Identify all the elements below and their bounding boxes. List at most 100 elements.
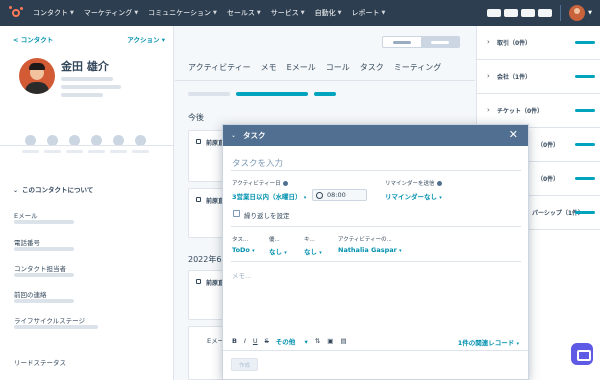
filter-link[interactable] [236, 92, 308, 96]
underline-icon[interactable]: U [253, 337, 258, 345]
italic-icon[interactable]: I [244, 337, 246, 345]
image-icon[interactable]: ▣ [327, 337, 333, 345]
chevron-down-icon: ▼ [337, 10, 342, 16]
filter-link[interactable] [314, 92, 336, 96]
chevron-right-icon: › [487, 106, 490, 114]
chevron-down-icon: ▾ [399, 248, 402, 254]
association-action[interactable] [575, 143, 595, 146]
task-type-select[interactable]: ToDo ▾ [232, 246, 255, 254]
close-icon[interactable]: ✕ [509, 129, 518, 141]
association-action[interactable] [575, 75, 595, 78]
attachment-icon[interactable]: ▤ [340, 337, 346, 345]
chevron-down-icon[interactable]: ▼ [588, 10, 592, 16]
chevron-down-icon: ▾ [252, 248, 255, 254]
assignee-select[interactable]: Nathalia Gaspar ▾ [338, 246, 402, 254]
queue-select[interactable]: なし ▾ [304, 246, 322, 256]
view-toggle-option[interactable] [383, 37, 421, 47]
tab-emails[interactable]: Eメール [287, 62, 316, 73]
nav-divider [560, 5, 562, 21]
about-section-toggle[interactable]: ⌄ このコンタクトについて [13, 184, 93, 194]
chevron-down-icon: ▼ [213, 10, 217, 16]
association-companies[interactable]: › 会社（1件） [477, 60, 600, 94]
nav-item-label: コンタクト [33, 9, 68, 17]
nav-utility-button[interactable] [521, 9, 536, 17]
task-icon [196, 279, 201, 284]
contact-email-placeholder [61, 93, 103, 97]
contact-sidebar: < コンタクト アクション ▾ 金田 雄介 ⌄ このコンタクトについて Eメール … [0, 26, 174, 380]
property-label-phone: 電話番号 [14, 239, 40, 247]
section-divider [231, 261, 521, 262]
associated-records-link[interactable]: 1件の関連レコード ▾ [458, 337, 519, 347]
property-value-placeholder[interactable] [14, 273, 74, 277]
nav-utility-button[interactable] [487, 9, 502, 17]
reminder-select[interactable]: リマインダーなし ▾ [385, 191, 442, 201]
association-action[interactable] [575, 41, 595, 44]
reminder-label: リマインダーを送信 [385, 179, 442, 187]
nav-item-label: レポート [351, 9, 380, 17]
tab-activity[interactable]: アクティビティー [188, 62, 251, 73]
upcoming-section-title: 今後 [188, 113, 204, 122]
actions-menu[interactable]: アクション ▾ [127, 34, 165, 44]
chevron-down-icon: ▼ [381, 10, 386, 16]
nav-item-sales[interactable]: セールス ▼ [227, 8, 261, 18]
association-action[interactable] [575, 211, 595, 214]
info-icon [282, 181, 288, 186]
association-deals[interactable]: › 取引（0件） [477, 26, 600, 60]
nav-item-conversations[interactable]: コミュニケーション ▼ [148, 8, 217, 18]
property-label-email: Eメール [14, 212, 38, 220]
nav-utility-button[interactable] [538, 9, 553, 17]
activity-date-select[interactable]: 3営業日以内（水曜日） ▾ [232, 191, 306, 201]
hubspot-logo-icon[interactable] [9, 6, 23, 20]
filter-placeholder[interactable] [188, 92, 230, 96]
priority-select[interactable]: なし ▾ [269, 246, 287, 256]
repeat-label[interactable]: 繰り返しを設定 [244, 210, 290, 220]
strikethrough-icon[interactable]: S [265, 337, 269, 345]
tab-tasks[interactable]: タスク [360, 62, 384, 73]
nav-utilities: ▼ [484, 0, 592, 26]
chevron-down-icon: ▼ [256, 10, 261, 16]
nav-item-reports[interactable]: レポート ▼ [351, 8, 385, 18]
view-toggle-option-active[interactable] [421, 37, 459, 47]
nav-item-contacts[interactable]: コンタクト ▼ [33, 8, 74, 18]
task-title-input[interactable]: タスクを入力 [232, 157, 283, 169]
nav-utility-button[interactable] [504, 9, 519, 17]
chat-icon[interactable] [571, 343, 593, 365]
nav-item-automation[interactable]: 自動化 ▼ [315, 8, 342, 18]
top-navigation: コンタクト ▼ マーケティング ▼ コミュニケーション ▼ セールス ▼ サービス ▼ 自… [0, 0, 600, 26]
tab-notes[interactable]: メモ [261, 62, 277, 73]
link-icon[interactable]: ⇅ [315, 337, 320, 345]
user-avatar[interactable] [569, 5, 586, 21]
nav-item-label: コミュニケーション [148, 9, 212, 17]
chevron-right-icon: › [487, 38, 490, 46]
association-action[interactable] [575, 177, 595, 180]
notes-editor[interactable]: メモ... [232, 270, 251, 280]
chevron-down-icon: ▼ [134, 10, 139, 16]
repeat-checkbox[interactable] [233, 210, 240, 217]
property-value-placeholder[interactable] [14, 247, 74, 251]
create-task-button[interactable]: 作成 [231, 358, 258, 371]
property-value-placeholder[interactable] [14, 299, 74, 303]
view-toggle[interactable] [382, 36, 460, 48]
chevron-down-icon: ⌄ [13, 187, 19, 194]
tab-meetings[interactable]: ミーティング [394, 62, 442, 73]
chevron-down-icon: ▼ [300, 10, 305, 16]
chevron-down-icon: ▾ [439, 195, 442, 201]
association-action[interactable] [575, 109, 595, 112]
property-value-placeholder[interactable] [14, 325, 98, 329]
contact-name[interactable]: 金田 雄介 [61, 58, 109, 74]
time-input[interactable]: 08:00 [312, 189, 367, 201]
tab-calls[interactable]: コール [326, 62, 350, 73]
task-modal-title: タスク [243, 131, 266, 140]
more-formatting-menu[interactable]: その他 ▾ [276, 336, 308, 346]
bold-icon[interactable]: B [232, 337, 237, 345]
collapse-chevron-icon[interactable]: ⌄ [231, 132, 236, 139]
back-to-contacts-link[interactable]: < コンタクト [13, 34, 53, 44]
task-modal-header: ⌄ タスク ✕ [223, 125, 528, 146]
association-tickets[interactable]: › チケット（0件） [477, 94, 600, 128]
nav-item-marketing[interactable]: マーケティング ▼ [84, 8, 138, 18]
property-label-owner: コンタクト担当者 [14, 265, 66, 273]
nav-item-service[interactable]: サービス ▼ [271, 8, 305, 18]
property-value-placeholder[interactable] [14, 220, 74, 224]
chevron-down-icon: ▼ [70, 10, 74, 16]
property-label-lifecycle-stage: ライフサイクルステージ [14, 317, 86, 325]
